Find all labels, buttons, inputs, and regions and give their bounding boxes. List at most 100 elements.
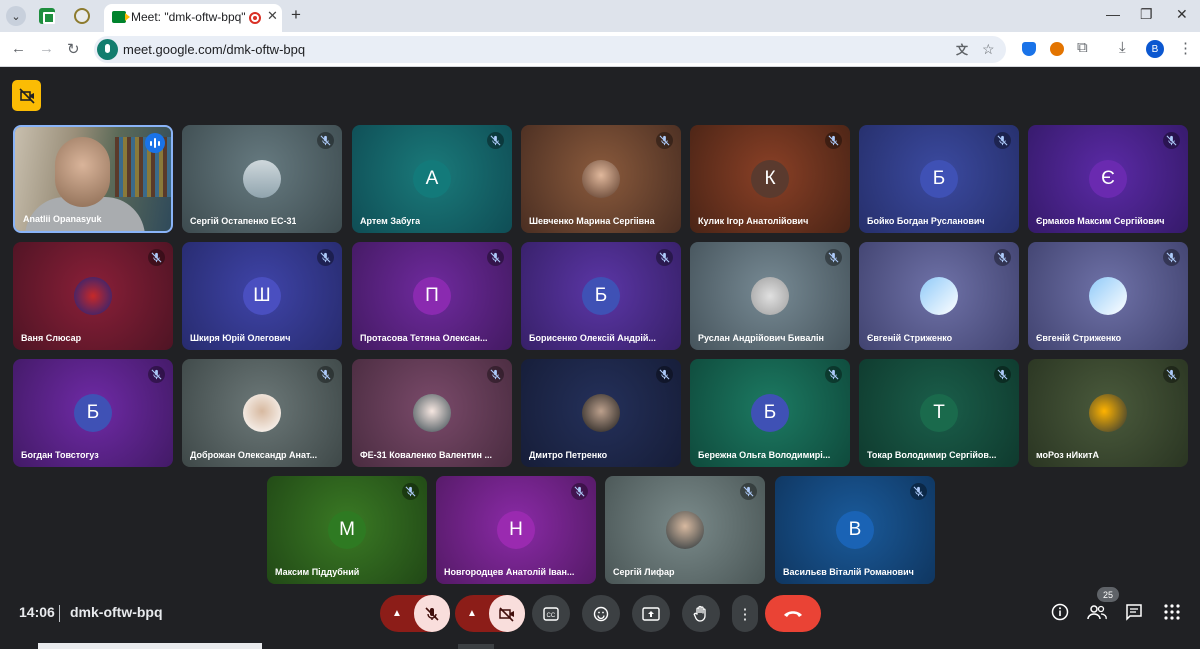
participant-tile[interactable]: Сергій Лифар	[605, 476, 765, 584]
muted-indicator	[317, 366, 334, 383]
new-tab-plus-icon[interactable]: +	[291, 5, 301, 25]
participant-avatar: Б	[74, 394, 112, 432]
mic-options-chevron-icon[interactable]: ▲	[380, 608, 414, 619]
camera-off-indicator-icon[interactable]	[12, 80, 41, 111]
taskbar-fragment	[458, 644, 494, 649]
present-screen-button[interactable]	[632, 595, 670, 632]
participant-tile[interactable]: Руслан Андрійович Бивалін	[690, 242, 850, 350]
captions-button[interactable]: CC	[532, 595, 570, 632]
restore-icon[interactable]: ❐	[1140, 6, 1153, 23]
participant-tile[interactable]: Б Богдан Товстогуз	[13, 359, 173, 467]
participant-tile[interactable]: Доброжан Олександр Анат...	[182, 359, 342, 467]
participant-avatar: К	[751, 160, 789, 198]
active-tab[interactable]: Meet: "dmk-oftw-bpq" ✕	[104, 4, 282, 32]
closed-captions-icon: CC	[543, 606, 559, 621]
participant-tile[interactable]: Ваня Слюсар	[13, 242, 173, 350]
muted-indicator	[994, 249, 1011, 266]
participant-tile[interactable]: П Протасова Тетяна Олексан...	[352, 242, 512, 350]
participant-avatar: П	[413, 277, 451, 315]
more-options-button[interactable]: ⋮	[732, 595, 758, 632]
participant-name: Бойко Богдан Русланович	[867, 216, 985, 226]
camera-control-group: ▲	[455, 595, 525, 632]
site-mic-icon[interactable]	[97, 39, 118, 60]
address-bar[interactable]: meet.google.com/dmk-oftw-bpq 文 ☆	[94, 36, 1006, 63]
participant-name: Дмитро Петренко	[529, 450, 608, 460]
participant-avatar-photo	[582, 394, 620, 432]
participant-tile[interactable]: Б Бережна Ольга Володимирі...	[690, 359, 850, 467]
participant-tile[interactable]: Ш Шкиря Юрій Олегович	[182, 242, 342, 350]
camera-options-chevron-icon[interactable]: ▲	[455, 608, 489, 619]
muted-indicator	[148, 249, 165, 266]
participant-name: Євгеній Стриженко	[867, 333, 953, 343]
participant-tile[interactable]: Б Борисенко Олексій Андрій...	[521, 242, 681, 350]
participant-tile[interactable]: Євгеній Стриженко	[1028, 242, 1188, 350]
tab-close-icon[interactable]: ✕	[267, 8, 278, 24]
svg-text:CC: CC	[547, 613, 556, 619]
reload-icon[interactable]: ↻	[67, 40, 80, 58]
extension-honey-icon[interactable]	[1050, 42, 1064, 56]
present-icon	[642, 606, 660, 621]
participant-tile[interactable]: Дмитро Петренко	[521, 359, 681, 467]
extension-shield-icon[interactable]	[1022, 42, 1036, 56]
participant-tile[interactable]: ФЕ-31 Коваленко Валентин ...	[352, 359, 512, 467]
participant-tile[interactable]: Шевченко Марина Сергіівна	[521, 125, 681, 233]
bookmark-star-icon[interactable]: ☆	[982, 41, 995, 58]
window-close-icon[interactable]: ✕	[1176, 6, 1188, 23]
translate-icon[interactable]: 文	[956, 41, 968, 58]
minimize-icon[interactable]: —	[1106, 6, 1120, 22]
participant-tile[interactable]: М Максим Піддубний	[267, 476, 427, 584]
activities-grid-icon[interactable]	[1163, 603, 1181, 626]
mic-off-icon	[1166, 369, 1177, 380]
participant-tile[interactable]: Є Єрмаков Максим Сергійович	[1028, 125, 1188, 233]
participant-face	[55, 137, 110, 207]
reactions-button[interactable]	[582, 595, 620, 632]
leave-call-button[interactable]	[765, 595, 821, 632]
participant-avatar: М	[328, 511, 366, 549]
muted-indicator	[487, 132, 504, 149]
participant-avatar-photo	[243, 394, 281, 432]
participant-avatar-photo	[751, 277, 789, 315]
mic-off-icon	[913, 486, 924, 497]
profile-avatar[interactable]: B	[1146, 40, 1164, 58]
pinned-tab-emblem-icon[interactable]	[74, 8, 90, 24]
participant-name: Кулик Ігор Анатолійович	[698, 216, 809, 226]
meeting-details-info-icon[interactable]	[1051, 603, 1069, 626]
participant-tile[interactable]: Anatlii Opanasyuk	[13, 125, 173, 233]
mic-off-icon	[1166, 135, 1177, 146]
participant-tile[interactable]: В Васильєв Віталій Романович	[775, 476, 935, 584]
chat-icon[interactable]	[1125, 603, 1143, 626]
muted-indicator	[148, 366, 165, 383]
participant-name: Борисенко Олексій Андрій...	[529, 333, 656, 343]
muted-indicator	[825, 249, 842, 266]
participant-name: Сергій Остапенко ЕС-31	[190, 216, 297, 226]
camera-toggle-button[interactable]	[489, 595, 525, 632]
participant-tile[interactable]: К Кулик Ігор Анатолійович	[690, 125, 850, 233]
participant-avatar: Ш	[243, 277, 281, 315]
participant-tile[interactable]: Сергій Остапенко ЕС-31	[182, 125, 342, 233]
pinned-tab-sheets-icon[interactable]	[39, 8, 55, 24]
participant-tile[interactable]: Н Новгородцев Анатолій Іван...	[436, 476, 596, 584]
meet-stage: Anatlii Opanasyuk Сергій Остапенко ЕС-31 А…	[0, 68, 1200, 649]
participant-tile[interactable]: Євгеній Стриженко	[859, 242, 1019, 350]
download-icon[interactable]: ⤓	[1119, 39, 1126, 56]
participant-avatar-photo	[243, 160, 281, 198]
muted-indicator	[656, 249, 673, 266]
participant-name: Артем Забуга	[360, 216, 421, 226]
browser-menu-icon[interactable]: ⋮	[1178, 39, 1193, 57]
participant-tile[interactable]: А Артем Забуга	[352, 125, 512, 233]
participant-tile[interactable]: Т Токар Володимир Сергійов...	[859, 359, 1019, 467]
participant-tile[interactable]: Б Бойко Богдан Русланович	[859, 125, 1019, 233]
participant-tile[interactable]: моРоз нИкитА	[1028, 359, 1188, 467]
people-icon[interactable]	[1087, 603, 1107, 626]
tab-search-chevron-icon[interactable]: ⌄	[6, 6, 26, 26]
participant-avatar-photo	[920, 277, 958, 315]
extensions-puzzle-icon[interactable]: ⧉	[1077, 39, 1088, 56]
back-arrow-icon[interactable]: ←	[11, 40, 26, 57]
forward-arrow-icon[interactable]: →	[39, 40, 54, 57]
mic-toggle-button[interactable]	[414, 595, 450, 632]
participant-name: Anatlii Opanasyuk	[23, 214, 102, 224]
mic-off-icon	[828, 252, 839, 263]
participant-count-badge: 25	[1097, 587, 1119, 602]
raise-hand-button[interactable]	[682, 595, 720, 632]
participant-avatar-photo	[666, 511, 704, 549]
